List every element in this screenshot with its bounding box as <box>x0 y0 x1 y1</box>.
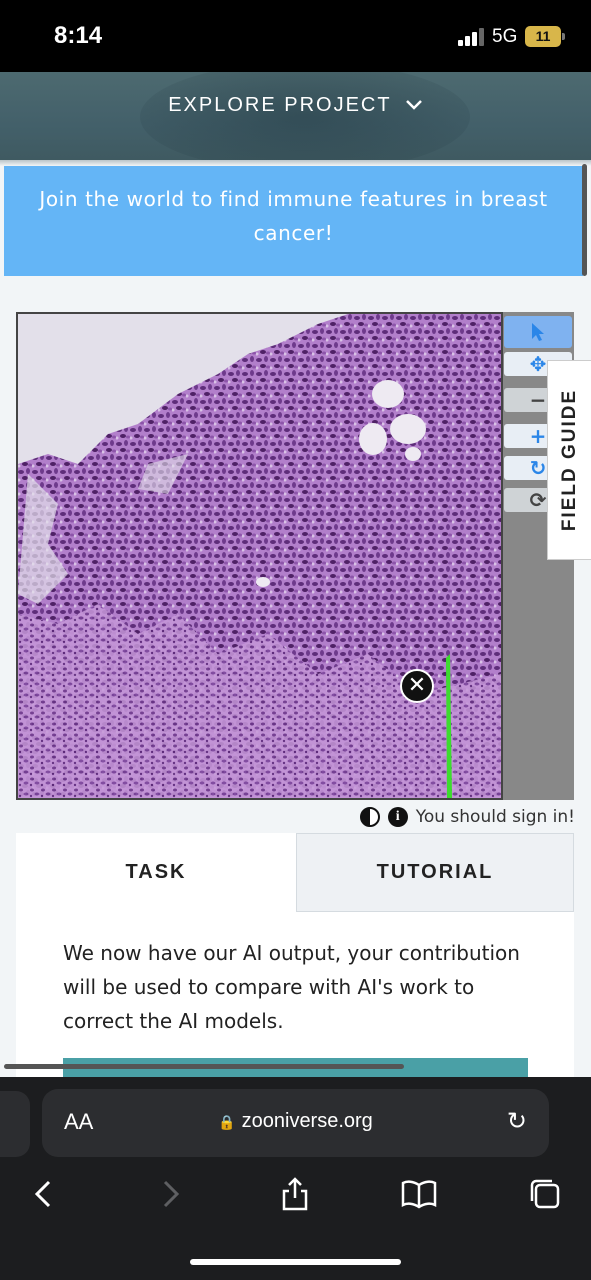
url-text: zooniverse.org <box>241 1110 373 1132</box>
task-tabs: TASK TUTORIAL <box>16 833 574 912</box>
project-header: EXPLORE PROJECT <box>0 72 591 172</box>
explore-project-label: EXPLORE PROJECT <box>168 94 392 116</box>
network-type: 5G <box>492 26 518 47</box>
chevron-down-icon <box>405 94 423 117</box>
header-background-graphic <box>140 72 470 172</box>
task-instructions: We now have our AI output, your contribu… <box>63 941 520 1033</box>
field-guide-label: FIELD GUIDE <box>558 388 580 532</box>
viewer-footer: i You should sign in! <box>0 804 575 830</box>
browser-toolbar: AA 🔒 zooniverse.org ↻ <box>0 1077 591 1280</box>
info-icon[interactable]: i <box>387 807 408 827</box>
home-indicator[interactable] <box>190 1259 401 1265</box>
subject-viewer: ✥ − + ↻ ⟳ ✕ <box>16 312 574 800</box>
task-panel: We now have our AI output, your contribu… <box>16 912 574 1077</box>
close-icon[interactable]: ✕ <box>400 669 434 703</box>
field-guide-tab[interactable]: FIELD GUIDE <box>547 360 591 560</box>
url-display[interactable]: 🔒 zooniverse.org <box>42 1110 549 1133</box>
contrast-icon[interactable] <box>359 807 380 827</box>
status-time: 8:14 <box>54 22 103 49</box>
bookmarks-icon[interactable] <box>394 1172 444 1216</box>
histology-image[interactable] <box>16 312 503 800</box>
horizontal-scrollbar[interactable] <box>4 1064 404 1069</box>
web-content: EXPLORE PROJECT Join the world to find i… <box>0 72 591 1077</box>
project-banner: Join the world to find immune features i… <box>4 166 583 276</box>
explore-project-menu[interactable]: EXPLORE PROJECT <box>0 94 591 117</box>
back-icon[interactable] <box>18 1172 68 1216</box>
share-icon[interactable] <box>270 1172 320 1216</box>
status-bar: 8:14 5G 11 <box>0 0 591 72</box>
battery-level: 11 <box>535 28 551 44</box>
address-bar[interactable]: AA 🔒 zooniverse.org ↻ <box>42 1089 549 1157</box>
battery-icon: 11 <box>525 26 565 47</box>
lock-icon: 🔒 <box>218 1114 236 1130</box>
tab-task[interactable]: TASK <box>16 833 296 912</box>
tabs-icon[interactable] <box>520 1172 570 1216</box>
forward-icon[interactable] <box>146 1172 196 1216</box>
previous-tab-peek[interactable] <box>0 1091 30 1157</box>
tab-tutorial[interactable]: TUTORIAL <box>296 833 574 912</box>
sign-in-prompt[interactable]: You should sign in! <box>416 807 575 827</box>
pointer-icon[interactable] <box>504 316 572 348</box>
reload-icon[interactable]: ↻ <box>507 1107 527 1135</box>
browser-nav <box>0 1172 591 1222</box>
vertical-scrollbar[interactable] <box>582 164 587 276</box>
cellular-signal-icon <box>458 28 486 46</box>
